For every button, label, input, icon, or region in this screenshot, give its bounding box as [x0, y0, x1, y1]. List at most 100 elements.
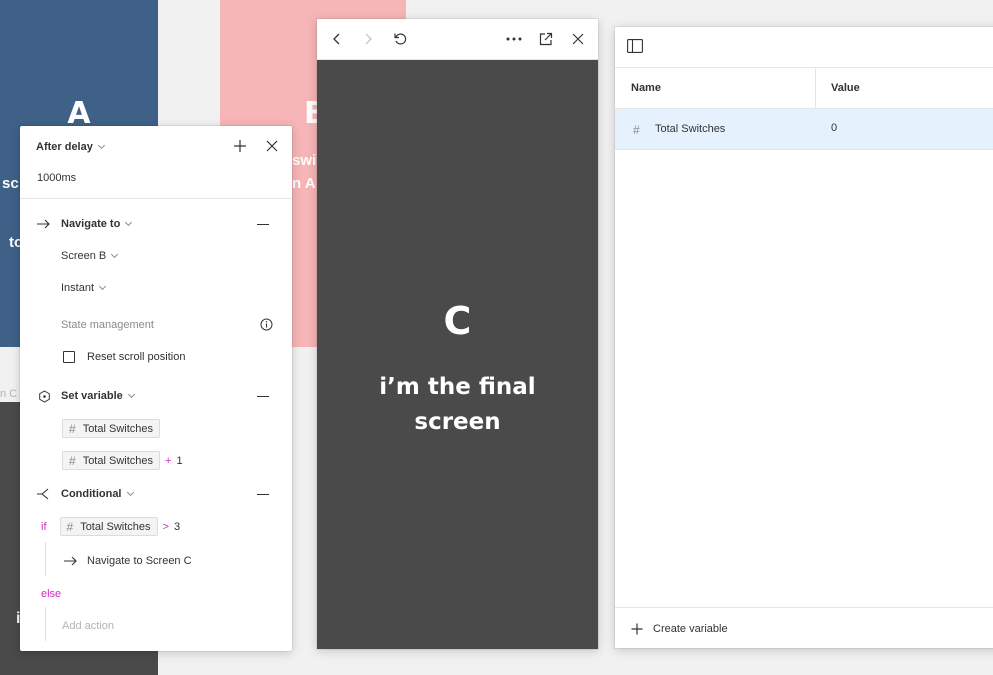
- set-variable-action-header[interactable]: Set variable: [38, 389, 135, 403]
- animation-value: Instant: [61, 282, 95, 294]
- add-action-button[interactable]: [233, 139, 247, 153]
- variables-panel: Name Value # Total Switches 0 Create var…: [615, 27, 993, 648]
- viewer-toolbar: [317, 19, 598, 60]
- create-variable-label: Create variable: [653, 623, 728, 635]
- screen-message: i’m the final screen: [317, 370, 598, 440]
- chevron-left-icon: [333, 33, 340, 45]
- name-column-header[interactable]: Name: [631, 82, 661, 94]
- hash-icon: #: [69, 421, 76, 436]
- external-link-icon: [539, 32, 553, 46]
- variable-chip-label: Total Switches: [82, 454, 153, 467]
- chevron-down-icon: [127, 390, 135, 399]
- navigate-action-header[interactable]: Navigate to: [37, 217, 133, 231]
- branch-guide-line: [45, 542, 46, 576]
- restart-button[interactable]: [390, 29, 410, 49]
- info-button[interactable]: [260, 318, 274, 332]
- prototype-viewer: C i’m the final screen: [317, 19, 598, 649]
- hash-icon: #: [633, 123, 640, 137]
- add-action-row[interactable]: Add action: [62, 619, 114, 633]
- variable-chip[interactable]: # Total Switches: [62, 451, 160, 470]
- delay-input[interactable]: 1000ms: [37, 171, 76, 185]
- delay-value: 1000ms: [37, 172, 77, 184]
- chevron-down-icon: [97, 141, 105, 150]
- remove-set-variable-button[interactable]: [257, 396, 269, 397]
- table-row[interactable]: # Total Switches 0: [615, 109, 993, 150]
- frame-c-label: n C: [0, 388, 18, 400]
- branch-guide-line: [45, 607, 46, 641]
- greater-than-operator: >: [162, 520, 169, 533]
- variable-chip-label: Total Switches: [80, 520, 151, 533]
- set-variable-label: Set variable: [61, 390, 123, 402]
- condition-expression[interactable]: if # Total Switches > 3: [41, 517, 180, 536]
- forward-button[interactable]: [358, 29, 378, 49]
- set-variable-target[interactable]: # Total Switches: [62, 419, 160, 438]
- more-options-button[interactable]: [504, 29, 524, 49]
- create-variable-row: Create variable: [631, 622, 728, 636]
- hash-icon: #: [66, 519, 74, 534]
- plus-operator: +: [165, 454, 172, 467]
- chevron-right-icon: [365, 33, 372, 45]
- animation-dropdown[interactable]: Instant: [61, 281, 107, 295]
- close-icon: [572, 33, 584, 45]
- expression-value: 1: [176, 454, 183, 467]
- close-viewer-button[interactable]: [568, 29, 588, 49]
- toggle-sidebar-button[interactable]: [627, 39, 643, 53]
- destination-value: Screen B: [61, 250, 107, 262]
- trigger-dropdown[interactable]: After delay: [36, 139, 105, 155]
- variable-name[interactable]: Total Switches: [655, 123, 725, 135]
- remove-navigate-button[interactable]: [257, 224, 269, 225]
- restart-icon: [394, 33, 407, 45]
- reset-scroll-option[interactable]: Reset scroll position: [63, 350, 185, 364]
- then-action-label: Navigate to Screen C: [87, 555, 192, 567]
- screen-letter: C: [443, 299, 472, 343]
- close-panel-button[interactable]: [265, 139, 279, 153]
- state-management-text: State management: [61, 319, 154, 331]
- plus-icon: [234, 140, 246, 152]
- trigger-label: After delay: [36, 141, 93, 153]
- branch-icon: [37, 488, 49, 500]
- divider: [20, 198, 292, 199]
- remove-conditional-button[interactable]: [257, 494, 269, 495]
- chevron-down-icon: [126, 488, 134, 497]
- variable-chip[interactable]: # Total Switches: [59, 517, 158, 536]
- chevron-down-icon: [125, 218, 133, 227]
- set-variable-expression[interactable]: # Total Switches + 1: [62, 451, 183, 470]
- add-action-placeholder: Add action: [62, 620, 114, 632]
- conditional-label: Conditional: [61, 488, 122, 500]
- interaction-panel: After delay 1000ms Navigate to Screen B …: [20, 126, 292, 651]
- state-management-label: State management: [61, 318, 154, 332]
- chevron-down-icon: [98, 282, 107, 291]
- open-in-new-window-button[interactable]: [536, 29, 556, 49]
- variable-value[interactable]: 0: [831, 122, 837, 134]
- destination-dropdown[interactable]: Screen B: [61, 249, 119, 263]
- variable-chip-label: Total Switches: [82, 422, 153, 435]
- close-icon: [266, 140, 278, 152]
- hash-icon: #: [69, 453, 76, 468]
- navigate-label: Navigate to: [61, 218, 121, 230]
- else-branch: else: [41, 587, 61, 601]
- screen-message-line-1: i’m the final: [379, 374, 536, 400]
- sidebar-icon: [627, 39, 643, 53]
- plus-icon: [631, 623, 643, 635]
- screen-message-line-2: screen: [414, 409, 501, 435]
- variable-chip[interactable]: # Total Switches: [62, 419, 160, 438]
- variables-table-header: Name Value: [615, 68, 993, 109]
- arrow-right-icon: [37, 219, 50, 229]
- chevron-down-icon: [111, 250, 119, 259]
- create-variable-button[interactable]: Create variable: [615, 607, 993, 648]
- prototype-screen[interactable]: C i’m the final screen: [317, 60, 598, 649]
- if-keyword: if: [41, 520, 47, 533]
- reset-scroll-label: Reset scroll position: [87, 351, 186, 363]
- condition-value: 3: [173, 520, 181, 533]
- conditional-action-header[interactable]: Conditional: [37, 487, 134, 501]
- variables-toolbar: [615, 27, 993, 68]
- value-column-header[interactable]: Value: [831, 82, 860, 94]
- reset-scroll-checkbox[interactable]: [63, 351, 75, 363]
- arrow-right-icon: [64, 556, 77, 566]
- info-icon: [260, 318, 273, 331]
- back-button[interactable]: [327, 29, 347, 49]
- else-keyword: else: [41, 588, 62, 600]
- then-action-row[interactable]: Navigate to Screen C: [64, 554, 192, 568]
- more-horizontal-icon: [506, 37, 522, 41]
- variable-hexagon-icon: [39, 389, 50, 403]
